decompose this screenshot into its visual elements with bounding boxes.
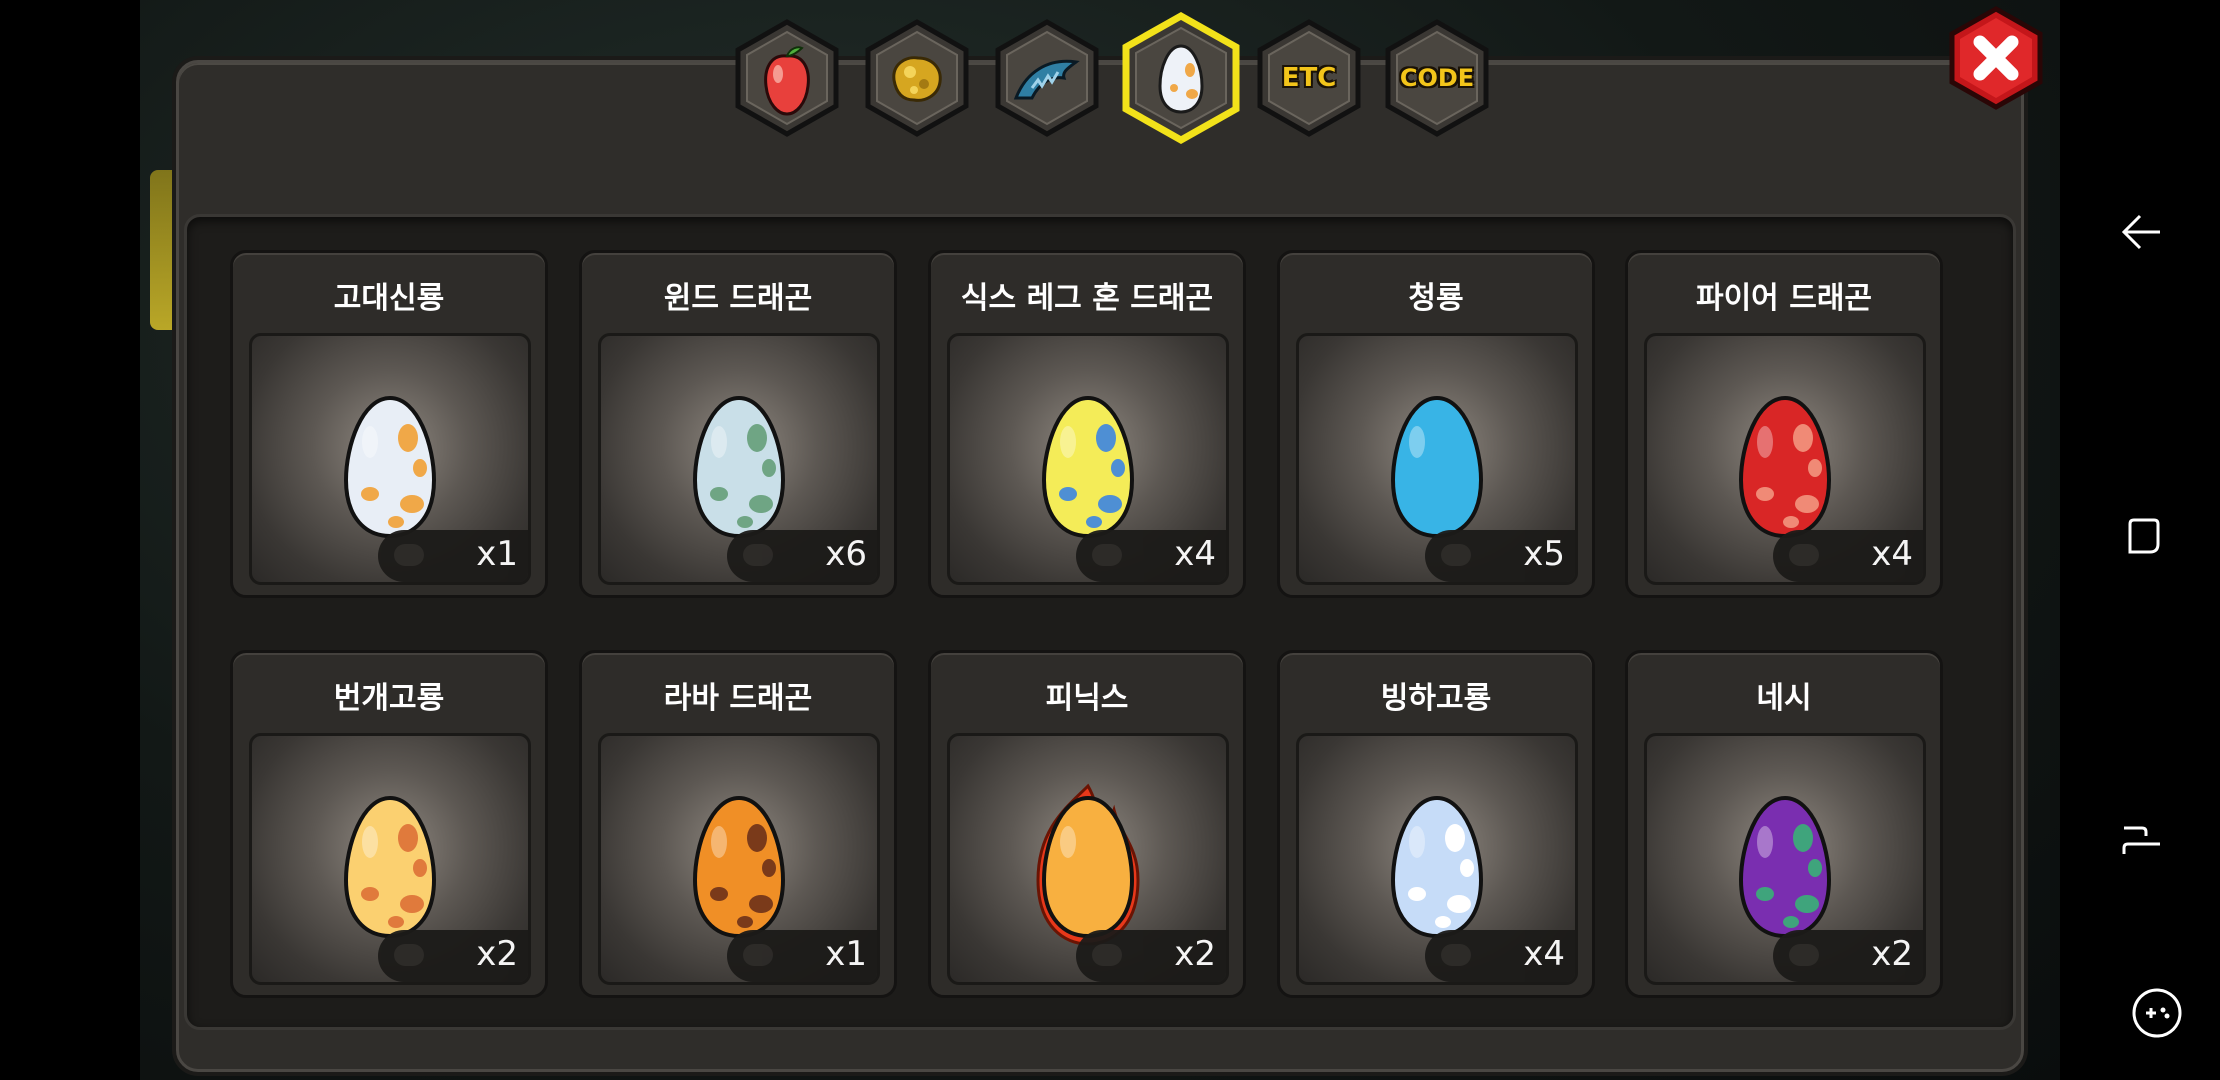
egg-icon (1036, 783, 1140, 946)
egg-slot: x2 (1644, 733, 1926, 985)
tab-fruit[interactable] (732, 18, 842, 138)
home-icon (2122, 826, 2160, 854)
egg-count: x4 (1871, 534, 1913, 574)
egg-count: x2 (1871, 934, 1913, 974)
egg-icon (343, 795, 437, 939)
egg-count-badge: x2 (378, 930, 528, 982)
egg-count-badge: x1 (727, 930, 877, 982)
tab-etc-label: ETC (1281, 63, 1337, 93)
game-tools-icon (2132, 988, 2182, 1038)
egg-card[interactable]: 번개고룡 x2 (230, 650, 548, 998)
badge-decoration (1441, 544, 1471, 566)
egg-card-title: 라바 드래곤 (663, 681, 813, 716)
egg-card-title: 파이어 드래곤 (1695, 281, 1873, 316)
egg-count-badge: x4 (1773, 530, 1923, 582)
egg-card-title: 청룡 (1408, 281, 1464, 316)
egg-icon (692, 395, 786, 539)
egg-card[interactable]: 윈드 드래곤 x6 (579, 250, 897, 598)
egg-slot: x1 (249, 333, 531, 585)
dragon-icon (1013, 59, 1080, 100)
egg-icon (1158, 44, 1204, 114)
egg-count-badge: x1 (378, 530, 528, 582)
egg-count: x6 (825, 534, 867, 574)
egg-count: x4 (1174, 534, 1216, 574)
badge-decoration (743, 544, 773, 566)
back-button[interactable] (2120, 210, 2164, 254)
tab-egg[interactable] (1120, 12, 1242, 144)
egg-slot: x2 (947, 733, 1229, 985)
egg-card[interactable]: 피닉스 x2 (928, 650, 1246, 998)
egg-card[interactable]: 파이어 드래곤 x4 (1625, 250, 1943, 598)
badge-decoration (1789, 544, 1819, 566)
egg-card-title: 윈드 드래곤 (663, 281, 813, 316)
badge-decoration (394, 544, 424, 566)
egg-slot: x4 (947, 333, 1229, 585)
egg-icon (1738, 795, 1832, 939)
egg-slot: x4 (1296, 733, 1578, 985)
badge-decoration (1092, 544, 1122, 566)
egg-count: x5 (1523, 534, 1565, 574)
egg-card[interactable]: 라바 드래곤 x1 (579, 650, 897, 998)
fruit-icon (764, 46, 810, 116)
tab-code-label: CODE (1399, 64, 1475, 92)
egg-count: x1 (476, 534, 518, 574)
tab-gold[interactable] (862, 18, 972, 138)
egg-card[interactable]: 식스 레그 혼 드래곤 x4 (928, 250, 1246, 598)
egg-slot: x2 (249, 733, 531, 985)
gold-nugget-icon (892, 56, 942, 102)
game-tools-button[interactable] (2130, 986, 2184, 1040)
egg-icon (1390, 795, 1484, 939)
badge-decoration (1441, 944, 1471, 966)
egg-card-title: 고대신룡 (333, 281, 445, 316)
close-x-icon (1949, 6, 2043, 110)
egg-count-badge: x4 (1076, 530, 1226, 582)
egg-count-badge: x2 (1773, 930, 1923, 982)
egg-card[interactable]: 청룡 x5 (1277, 250, 1595, 598)
recents-button[interactable] (2120, 514, 2164, 558)
tab-dragon[interactable] (992, 18, 1102, 138)
tab-code[interactable]: CODE (1382, 18, 1492, 138)
egg-count: x2 (476, 934, 518, 974)
egg-slot: x4 (1644, 333, 1926, 585)
badge-decoration (1092, 944, 1122, 966)
badge-decoration (1789, 944, 1819, 966)
egg-card-title: 네시 (1756, 681, 1812, 716)
egg-icon (692, 795, 786, 939)
egg-count: x2 (1174, 934, 1216, 974)
badge-decoration (743, 944, 773, 966)
egg-count: x4 (1523, 934, 1565, 974)
egg-card[interactable]: 네시 x2 (1625, 650, 1943, 998)
egg-card[interactable]: 고대신룡 x1 (230, 250, 548, 598)
egg-card-title: 피닉스 (1045, 681, 1129, 716)
egg-icon (1390, 395, 1484, 539)
egg-count-badge: x6 (727, 530, 877, 582)
egg-count: x1 (825, 934, 867, 974)
backdrop-left-edge (0, 0, 140, 1080)
recents-icon (2128, 518, 2160, 554)
egg-icon (1041, 395, 1135, 539)
egg-card[interactable]: 빙하고룡 x4 (1277, 650, 1595, 998)
egg-icon (343, 395, 437, 539)
home-button[interactable] (2120, 818, 2164, 862)
egg-slot: x5 (1296, 333, 1578, 585)
egg-slot: x1 (598, 733, 880, 985)
egg-count-badge: x2 (1076, 930, 1226, 982)
badge-decoration (394, 944, 424, 966)
egg-count-badge: x4 (1425, 930, 1575, 982)
egg-icon (1738, 395, 1832, 539)
back-arrow-icon (2121, 214, 2160, 250)
egg-card-title: 번개고룡 (333, 681, 445, 716)
egg-card-title: 식스 레그 혼 드래곤 (960, 281, 1214, 316)
egg-card-title: 빙하고룡 (1380, 681, 1492, 716)
egg-slot: x6 (598, 333, 880, 585)
egg-count-badge: x5 (1425, 530, 1575, 582)
tab-etc[interactable]: ETC (1254, 18, 1364, 138)
close-button[interactable] (1948, 6, 2044, 110)
